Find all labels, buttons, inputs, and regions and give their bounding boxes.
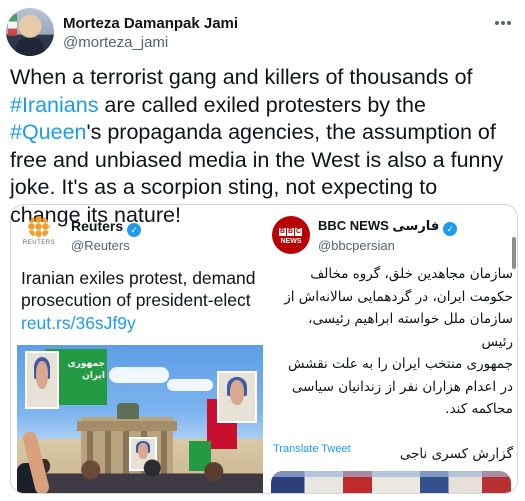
hashtag-queen-link[interactable]: #Queen [10,120,87,144]
protest-photo: جمهوری ایران [17,345,263,493]
embedded-media-card[interactable]: REUTERS Reuters ✓ @Reuters Iranian exiles… [10,204,518,494]
verified-badge-icon: ✓ [127,223,142,237]
crowd-graphic [17,459,263,493]
author-avatar[interactable] [6,8,54,56]
bbc-body-line: محاکمه کند. [445,401,513,417]
bbc-persian-tweet-image: B B C NEWS BBC NEWS فارسی ✓ @bbcpersian س… [267,205,517,493]
reuters-link: reut.rs/36sJf9y [21,313,136,333]
more-options-icon[interactable] [492,16,514,30]
reuters-logo-word: REUTERS [22,240,56,246]
bbc-body-line: حکومت ایران، در گردهمایی سالانه‌اش از [284,288,513,305]
poster-graphic [217,371,257,423]
bbc-body-line: جمهوری منتخب ایران را به علت نقشش [287,356,513,372]
flag-graphic [8,14,17,36]
author-display-name[interactable]: Morteza Damanpak Jami [63,15,238,32]
bbc-tweet-body: سازمان مجاهدین خلق، گروه مخالف حکومت ایر… [275,263,513,465]
bbc-body-line: سازمان ملل خواسته ابراهیم رئیسی، رئیس [308,311,513,350]
bbc-logo-news: NEWS [280,238,302,245]
bbc-account-handle: @bbcpersian [318,238,395,253]
bbc-logo-block: B [279,228,286,236]
tweet-header: Morteza Damanpak Jami @morteza_jami [6,8,518,58]
tweet-text-part: are called exiled protesters by the [98,92,426,117]
bbc-body-line: سازمان مجاهدین خلق، گروه مخالف [310,266,513,282]
bbc-account-name: BBC NEWS فارسی ✓ [318,218,458,236]
reuters-name-text: Reuters [71,218,124,234]
reuters-logo-icon: REUTERS [22,216,56,250]
bbc-logo-block: C [295,228,302,236]
reuters-account-name: Reuters ✓ [71,218,142,237]
reuters-headline: Iranian exiles protest, demand prosecuti… [21,268,256,310]
bbc-logo-block: B [287,228,294,236]
translate-tweet-label: Translate Tweet [273,443,351,455]
hashtag-iranians-link[interactable]: #Iranians [10,93,98,117]
reuters-tweet-image: REUTERS Reuters ✓ @Reuters Iranian exiles… [11,205,267,493]
bbc-attached-photo [271,471,511,493]
tweet-text-part: When a terrorist gang and killers of tho… [10,65,473,89]
avatar-figure [16,38,44,56]
reuters-account-handle: @Reuters [71,238,130,253]
bbc-news-logo-icon: B B C NEWS [272,216,310,254]
verified-badge-icon: ✓ [443,222,458,236]
poster-graphic [25,351,59,409]
author-handle[interactable]: @morteza_jami [63,34,168,51]
bbc-body-line: در اعدام هزاران نفر از زندانیان سیاسی [291,378,513,395]
quadriga-graphic [117,403,139,419]
bbc-name-text: BBC NEWS فارسی [318,218,440,233]
